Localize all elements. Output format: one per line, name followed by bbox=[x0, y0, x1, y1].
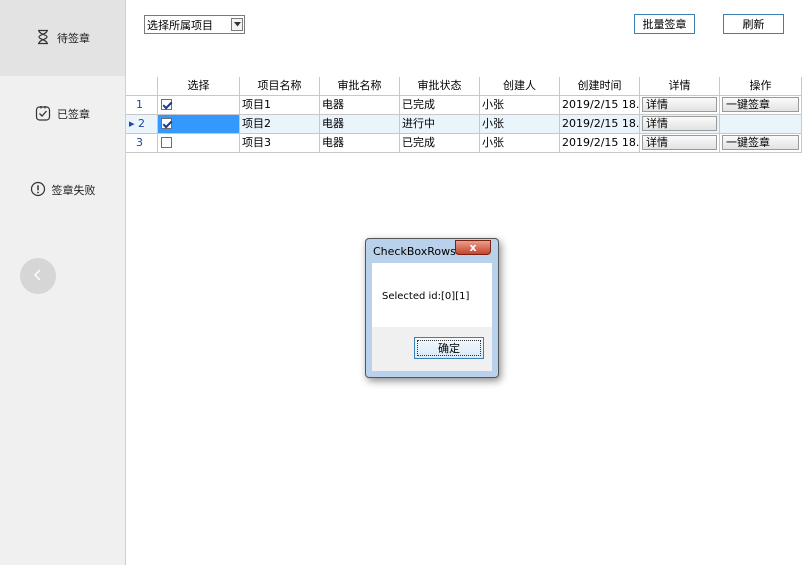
back-button[interactable] bbox=[20, 258, 56, 294]
status-cell[interactable]: 已完成 bbox=[400, 134, 480, 153]
header-detail[interactable]: 详情 bbox=[640, 77, 720, 96]
row-number: 1 bbox=[136, 98, 143, 111]
project-select[interactable]: 选择所属项目 bbox=[144, 15, 245, 34]
status-cell[interactable]: 已完成 bbox=[400, 96, 480, 115]
time-cell[interactable]: 2019/2/15 18... bbox=[560, 96, 640, 115]
row-marker: ▸ bbox=[129, 117, 135, 130]
row-number: 3 bbox=[136, 136, 143, 149]
dialog-body: Selected id:[0][1] bbox=[372, 263, 492, 327]
header-project[interactable]: 项目名称 bbox=[240, 77, 320, 96]
approval-cell[interactable]: 电器 bbox=[320, 96, 400, 115]
action-cell: 一键签章 bbox=[720, 96, 802, 115]
row-checkbox[interactable] bbox=[161, 137, 172, 148]
detail-button[interactable]: 详情 bbox=[642, 135, 717, 150]
message-dialog: CheckBoxRows x Selected id:[0][1] 确定 bbox=[365, 238, 499, 378]
hourglass-icon bbox=[35, 29, 51, 48]
chevron-down-icon[interactable] bbox=[231, 18, 243, 31]
project-cell[interactable]: 项目2 bbox=[240, 115, 320, 134]
time-cell[interactable]: 2019/2/15 18... bbox=[560, 134, 640, 153]
sidebar-item-label: 签章失败 bbox=[51, 184, 96, 197]
header-status[interactable]: 审批状态 bbox=[400, 77, 480, 96]
row-checkbox[interactable] bbox=[161, 99, 172, 110]
project-select-value: 选择所属项目 bbox=[147, 19, 213, 32]
table-row[interactable]: 1 项目1 电器 已完成 小张 2019/2/15 18... 详情 一键签章 bbox=[126, 96, 802, 115]
creator-cell[interactable]: 小张 bbox=[480, 134, 560, 153]
project-cell[interactable]: 项目3 bbox=[240, 134, 320, 153]
row-header[interactable]: 1 bbox=[126, 96, 158, 115]
table-row[interactable]: 3 项目3 电器 已完成 小张 2019/2/15 18... 详情 一键签章 bbox=[126, 134, 802, 153]
close-button[interactable]: x bbox=[455, 240, 491, 255]
detail-button[interactable]: 详情 bbox=[642, 116, 717, 131]
row-checkbox[interactable] bbox=[161, 118, 172, 129]
detail-cell: 详情 bbox=[640, 134, 720, 153]
refresh-button[interactable]: 刷新 bbox=[723, 14, 784, 34]
app-window: 待签章 已签章 签章失败 选择所属项目 批量签章 刷新 选择 项目名称 审批名称… bbox=[0, 0, 802, 565]
select-cell bbox=[158, 134, 240, 153]
header-time[interactable]: 创建时间 bbox=[560, 77, 640, 96]
header-creator[interactable]: 创建人 bbox=[480, 77, 560, 96]
sidebar: 待签章 已签章 签章失败 bbox=[0, 0, 126, 565]
detail-cell: 详情 bbox=[640, 115, 720, 134]
approval-cell[interactable]: 电器 bbox=[320, 115, 400, 134]
dialog-footer: 确定 bbox=[372, 327, 492, 371]
check-clipboard-icon bbox=[35, 105, 51, 124]
creator-cell[interactable]: 小张 bbox=[480, 96, 560, 115]
approval-cell[interactable]: 电器 bbox=[320, 134, 400, 153]
header-action[interactable]: 操作 bbox=[720, 77, 802, 96]
sidebar-item-signed[interactable]: 已签章 bbox=[0, 76, 125, 152]
alert-circle-icon bbox=[30, 181, 46, 200]
action-cell: 一键签章 bbox=[720, 134, 802, 153]
time-cell[interactable]: 2019/2/15 18... bbox=[560, 115, 640, 134]
row-header[interactable]: 3 bbox=[126, 134, 158, 153]
table-row[interactable]: ▸ 2 项目2 电器 进行中 小张 2019/2/15 18... 详情 bbox=[126, 115, 802, 134]
header-select[interactable]: 选择 bbox=[158, 77, 240, 96]
sidebar-item-label: 已签章 bbox=[57, 108, 90, 121]
ok-button[interactable]: 确定 bbox=[414, 337, 484, 359]
row-header[interactable]: ▸ 2 bbox=[126, 115, 158, 134]
detail-button[interactable]: 详情 bbox=[642, 97, 717, 112]
status-cell[interactable]: 进行中 bbox=[400, 115, 480, 134]
header-approval[interactable]: 审批名称 bbox=[320, 77, 400, 96]
creator-cell[interactable]: 小张 bbox=[480, 115, 560, 134]
header-rownum bbox=[126, 77, 158, 96]
chevron-left-icon bbox=[32, 268, 44, 285]
action-cell[interactable] bbox=[720, 115, 802, 134]
close-icon: x bbox=[469, 241, 477, 254]
select-cell bbox=[158, 96, 240, 115]
dialog-title: CheckBoxRows bbox=[373, 245, 456, 258]
one-click-sign-button[interactable]: 一键签章 bbox=[722, 135, 799, 150]
one-click-sign-button[interactable]: 一键签章 bbox=[722, 97, 799, 112]
sidebar-item-failed[interactable]: 签章失败 bbox=[0, 152, 125, 228]
project-cell[interactable]: 项目1 bbox=[240, 96, 320, 115]
detail-cell: 详情 bbox=[640, 96, 720, 115]
row-number: 2 bbox=[138, 117, 146, 130]
select-cell bbox=[158, 115, 240, 134]
batch-sign-button[interactable]: 批量签章 bbox=[634, 14, 695, 34]
sidebar-item-pending[interactable]: 待签章 bbox=[0, 0, 125, 76]
sidebar-item-label: 待签章 bbox=[57, 32, 90, 45]
data-grid: 选择 项目名称 审批名称 审批状态 创建人 创建时间 详情 操作 1 项目1 电… bbox=[126, 77, 802, 153]
dialog-message: Selected id:[0][1] bbox=[382, 291, 470, 302]
grid-header-row: 选择 项目名称 审批名称 审批状态 创建人 创建时间 详情 操作 bbox=[126, 77, 802, 96]
